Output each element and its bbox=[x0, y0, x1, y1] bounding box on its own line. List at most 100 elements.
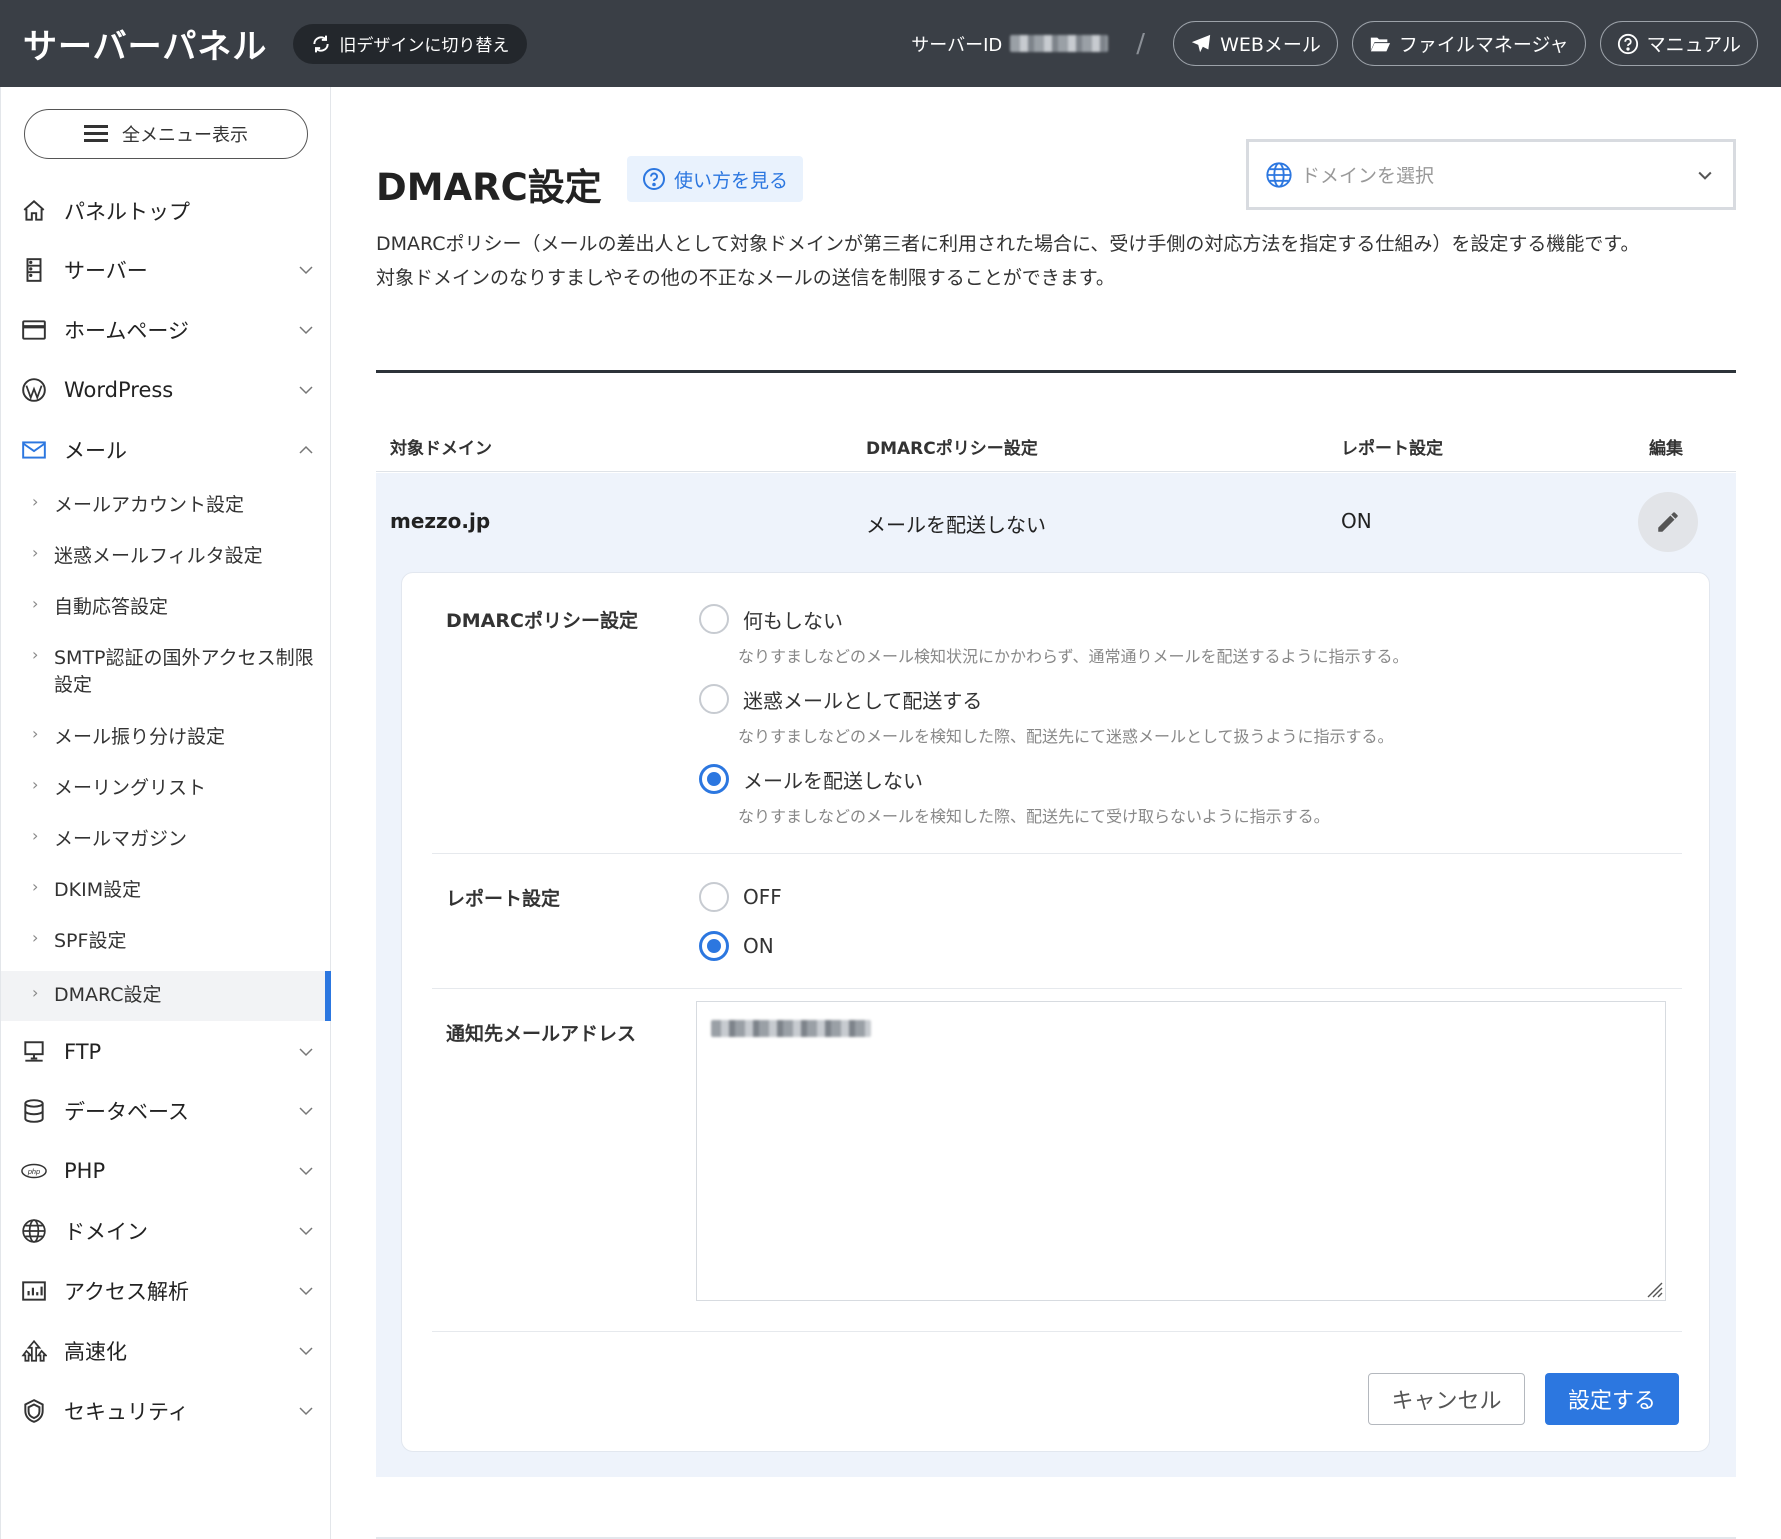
php-icon: php bbox=[20, 1157, 48, 1185]
submenu-item-dmarc[interactable]: › DMARC設定 bbox=[1, 971, 331, 1021]
submenu-item-mail-sorting[interactable]: › メール振り分け設定 bbox=[1, 724, 331, 764]
howto-button[interactable]: 使い方を見る bbox=[627, 156, 804, 202]
report-field-label: レポート設定 bbox=[446, 888, 561, 910]
submenu-item-label: DMARC設定 bbox=[54, 984, 162, 1006]
form-divider bbox=[432, 853, 1682, 854]
cancel-button[interactable]: キャンセル bbox=[1368, 1373, 1525, 1425]
domain-select[interactable]: ドメインを選択 bbox=[1246, 139, 1736, 210]
cell-report: ON bbox=[1341, 509, 1372, 533]
sidebar-item-server[interactable]: サーバー bbox=[1, 242, 331, 298]
all-menu-label: 全メニュー表示 bbox=[122, 125, 248, 146]
chevron-down-icon bbox=[299, 1407, 313, 1416]
report-option-off[interactable]: OFF bbox=[699, 882, 782, 912]
sidebar-item-label: アクセス解析 bbox=[64, 1280, 189, 1304]
submenu-item-label: SMTP認証の国外アクセス制限設定 bbox=[54, 647, 314, 696]
home-icon bbox=[20, 197, 48, 225]
column-header-edit: 編集 bbox=[1649, 439, 1683, 459]
submenu-item-mail-magazine[interactable]: › メールマガジン bbox=[1, 826, 331, 866]
sidebar-item-label: ドメイン bbox=[64, 1220, 148, 1244]
policy-option-quarantine[interactable]: 迷惑メールとして配送する bbox=[699, 684, 982, 714]
shield-icon bbox=[20, 1397, 48, 1425]
sidebar-item-database[interactable]: データベース bbox=[1, 1083, 331, 1139]
browser-window-icon bbox=[20, 316, 48, 344]
server-id: サーバーID bbox=[911, 31, 1109, 57]
policy-field-label: DMARCポリシー設定 bbox=[446, 610, 638, 632]
sidebar-item-mail[interactable]: メール bbox=[1, 422, 331, 478]
report-option-on[interactable]: ON bbox=[699, 931, 774, 961]
brand-title: サーバーパネル bbox=[23, 27, 268, 67]
radio-button-selected[interactable] bbox=[699, 931, 729, 961]
chevron-right-icon: › bbox=[32, 492, 39, 511]
submenu-item-label: 迷惑メールフィルタ設定 bbox=[54, 545, 263, 567]
cell-domain: mezzo.jp bbox=[390, 509, 491, 533]
notify-email-redacted bbox=[711, 1020, 871, 1037]
all-menu-button[interactable]: 全メニュー表示 bbox=[24, 109, 308, 159]
chevron-down-icon bbox=[299, 1048, 313, 1057]
radio-button-selected[interactable] bbox=[699, 764, 729, 794]
manual-button[interactable]: マニュアル bbox=[1599, 21, 1758, 66]
radio-button[interactable] bbox=[699, 604, 729, 634]
submenu-item-spam-filter[interactable]: › 迷惑メールフィルタ設定 bbox=[1, 543, 331, 583]
submenu-item-label: メール振り分け設定 bbox=[54, 726, 226, 748]
submenu-item-smtp-restriction[interactable]: › SMTP認証の国外アクセス制限設定 bbox=[1, 645, 331, 715]
chevron-right-icon: › bbox=[32, 543, 39, 562]
policy-option-help: なりすましなどのメールを検知した際、配送先にて迷惑メールとして扱うように指示する… bbox=[738, 727, 1394, 746]
chevron-down-icon bbox=[1698, 171, 1712, 180]
file-manager-label: ファイルマネージャ bbox=[1398, 34, 1569, 56]
chevron-right-icon: › bbox=[32, 983, 39, 1002]
wordpress-icon bbox=[20, 376, 48, 404]
sidebar-item-label: パネルトップ bbox=[64, 200, 190, 224]
hamburger-icon bbox=[84, 125, 108, 143]
sidebar-item-label: ホームページ bbox=[64, 319, 189, 343]
sidebar: 全メニュー表示 パネルトップ サーバー ホームページ WordPress メール… bbox=[0, 87, 331, 1539]
sidebar-item-label: メール bbox=[64, 439, 127, 463]
old-design-toggle-button[interactable]: 旧デザインに切り替え bbox=[293, 23, 528, 64]
resize-handle-icon[interactable] bbox=[1643, 1278, 1663, 1298]
domain-select-placeholder: ドメインを選択 bbox=[1301, 165, 1435, 187]
sidebar-item-security[interactable]: セキュリティ bbox=[1, 1383, 331, 1439]
section-divider bbox=[376, 370, 1736, 373]
policy-option-label: 迷惑メールとして配送する bbox=[743, 688, 983, 713]
notify-email-textarea[interactable] bbox=[696, 1001, 1666, 1301]
chevron-down-icon bbox=[299, 386, 313, 395]
submit-button[interactable]: 設定する bbox=[1545, 1373, 1679, 1425]
top-header: サーバーパネル 旧デザインに切り替え サーバーID / WEBメール ファイルマ… bbox=[0, 0, 1781, 87]
radio-button[interactable] bbox=[699, 882, 729, 912]
chevron-right-icon: › bbox=[32, 826, 39, 845]
notify-email-field-label: 通知先メールアドレス bbox=[446, 1023, 637, 1045]
submenu-item-label: メーリングリスト bbox=[54, 777, 207, 799]
database-icon bbox=[20, 1097, 48, 1125]
sidebar-item-speedup[interactable]: 高速化 bbox=[1, 1323, 331, 1379]
column-header-report: レポート設定 bbox=[1341, 439, 1443, 459]
policy-option-none[interactable]: 何もしない bbox=[699, 604, 843, 634]
submenu-item-mailing-list[interactable]: › メーリングリスト bbox=[1, 775, 331, 815]
sidebar-item-panel-top[interactable]: パネルトップ bbox=[1, 183, 331, 239]
mail-icon bbox=[20, 436, 48, 464]
submenu-item-mail-account[interactable]: › メールアカウント設定 bbox=[1, 492, 331, 532]
sidebar-item-domain[interactable]: ドメイン bbox=[1, 1203, 331, 1259]
submenu-item-spf[interactable]: › SPF設定 bbox=[1, 928, 331, 968]
chevron-down-icon bbox=[299, 1287, 313, 1296]
webmail-button[interactable]: WEBメール bbox=[1173, 21, 1338, 66]
submenu-item-dkim[interactable]: › DKIM設定 bbox=[1, 877, 331, 917]
sidebar-item-homepage[interactable]: ホームページ bbox=[1, 302, 331, 358]
sidebar-item-ftp[interactable]: FTP bbox=[1, 1024, 331, 1080]
radio-button[interactable] bbox=[699, 684, 729, 714]
policy-option-reject[interactable]: メールを配送しない bbox=[699, 764, 923, 794]
policy-option-help: なりすましなどのメールを検知した際、配送先にて受け取らないように指示する。 bbox=[738, 807, 1330, 826]
question-circle-icon bbox=[1617, 33, 1638, 54]
file-manager-button[interactable]: ファイルマネージャ bbox=[1351, 21, 1586, 66]
policy-option-help: なりすましなどのメール検知状況にかかわらず、通常通りメールを配送するように指示す… bbox=[738, 647, 1409, 666]
sidebar-item-access-analysis[interactable]: アクセス解析 bbox=[1, 1263, 331, 1319]
sidebar-item-label: 高速化 bbox=[64, 1340, 127, 1364]
chevron-down-icon bbox=[299, 1227, 313, 1236]
edit-button[interactable] bbox=[1638, 492, 1698, 552]
chevron-down-icon bbox=[299, 326, 313, 335]
sidebar-item-php[interactable]: php PHP bbox=[1, 1143, 331, 1199]
sidebar-item-label: PHP bbox=[64, 1159, 106, 1183]
page-description: DMARCポリシー（メールの差出人として対象ドメインが第三者に利用された場合に、… bbox=[376, 227, 1741, 295]
sidebar-item-wordpress[interactable]: WordPress bbox=[1, 362, 331, 418]
description-line-2: 対象ドメインのなりすましやその他の不正なメールの送信を制限することができます。 bbox=[376, 267, 1115, 289]
submenu-item-auto-reply[interactable]: › 自動応答設定 bbox=[1, 594, 331, 634]
submenu-item-label: DKIM設定 bbox=[54, 879, 142, 901]
